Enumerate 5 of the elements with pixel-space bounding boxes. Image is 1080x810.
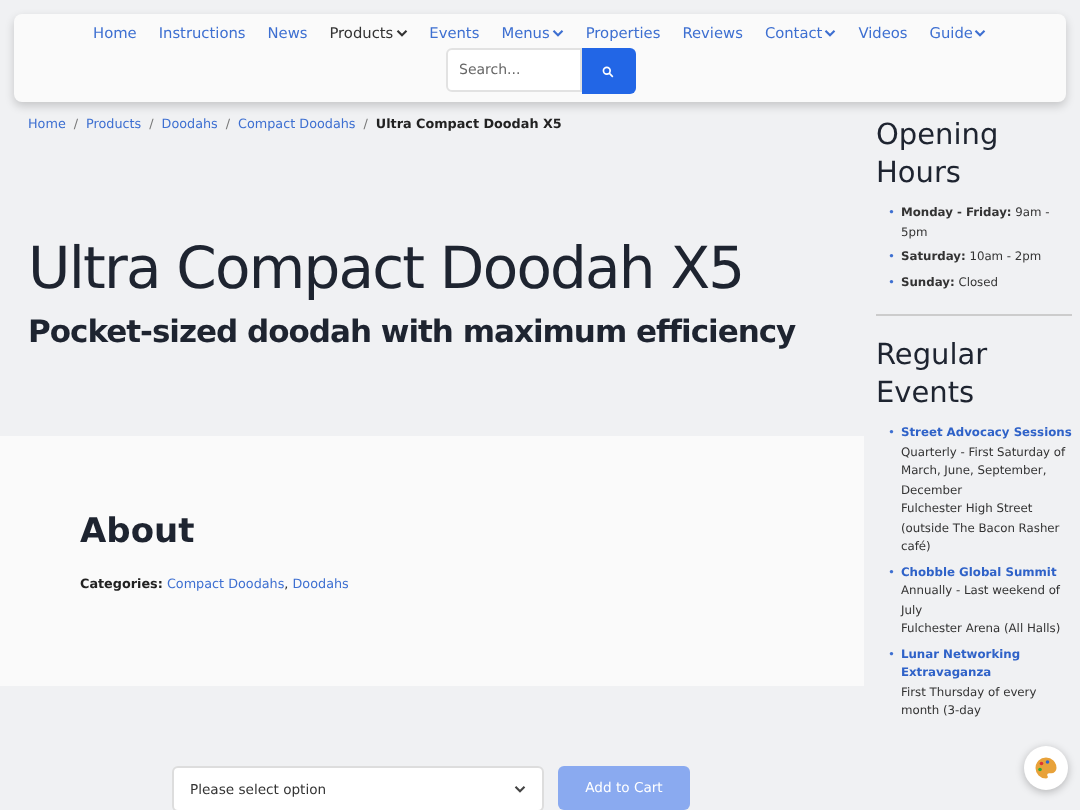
product-title: Ultra Compact Doodah X5 — [28, 233, 746, 301]
sidebar-heading: Opening Hours — [876, 118, 1001, 194]
section-heading: About — [80, 512, 197, 552]
sidebar-heading: Regular Events — [876, 338, 990, 414]
product-subtitle: Pocket-sized doodah with maximum efficiency — [28, 313, 798, 349]
